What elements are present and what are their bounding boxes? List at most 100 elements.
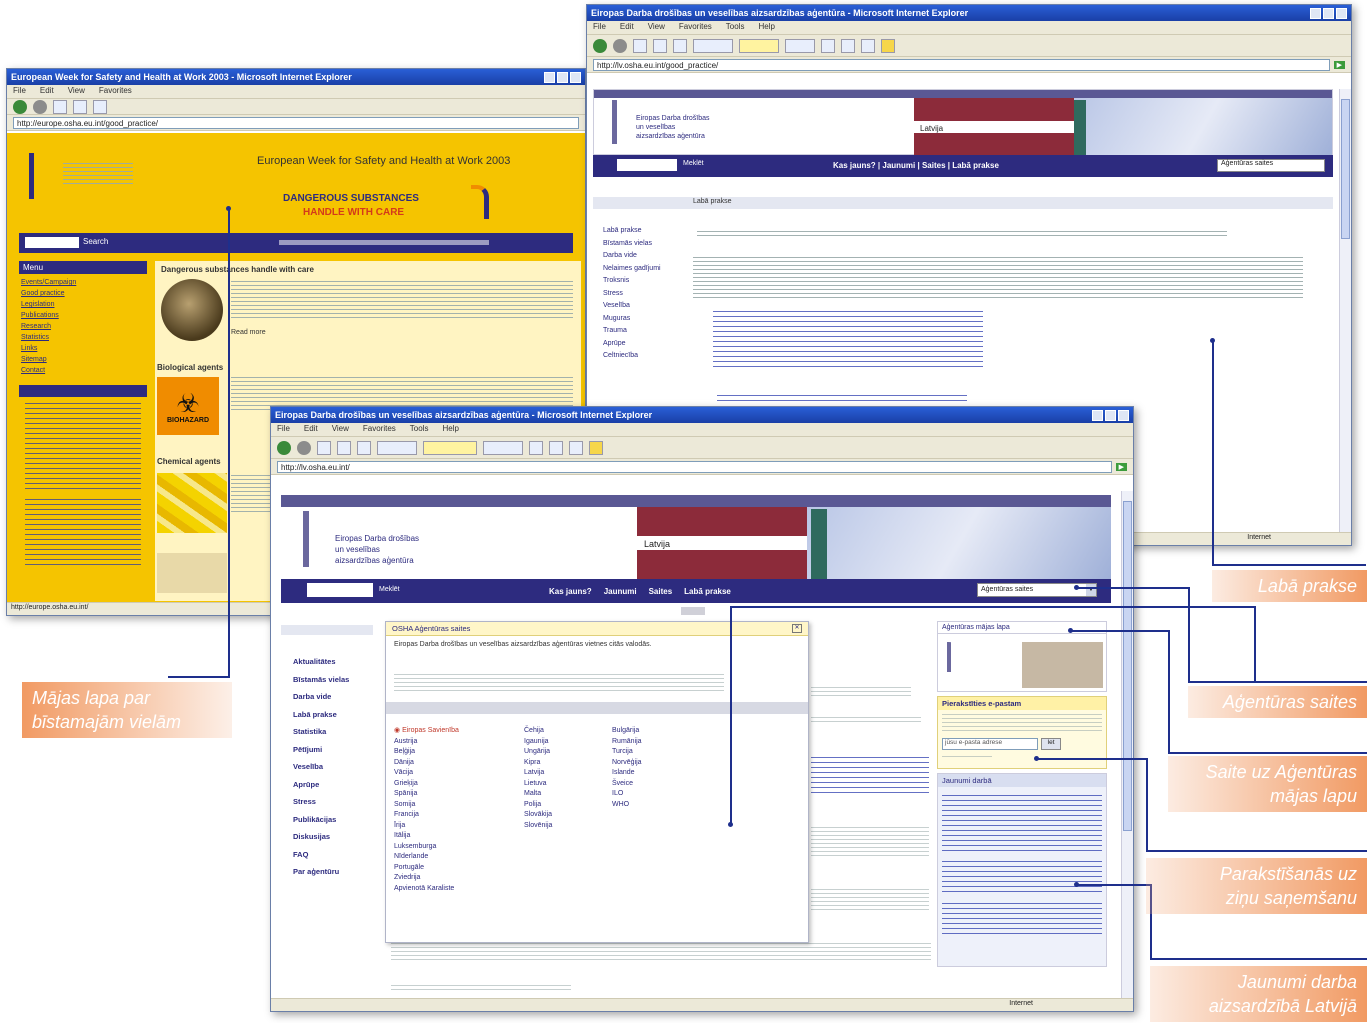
search-input[interactable]: [25, 237, 79, 248]
search-icon[interactable]: [693, 38, 733, 53]
menu-view[interactable]: View: [332, 424, 349, 435]
refresh-icon[interactable]: [73, 99, 87, 114]
back-icon[interactable]: [13, 99, 27, 114]
popup-link[interactable]: Polija: [524, 800, 604, 811]
nav-item[interactable]: Muguras: [603, 313, 683, 326]
menu-edit[interactable]: Edit: [304, 424, 318, 435]
forward-icon[interactable]: [297, 440, 311, 455]
nav-item[interactable]: Aprūpe: [603, 338, 683, 351]
nav-item[interactable]: Publications: [21, 310, 145, 321]
nav-item[interactable]: Legislation: [21, 299, 145, 310]
popup-link[interactable]: Portugāle: [394, 863, 516, 874]
close-icon[interactable]: ✕: [792, 624, 802, 633]
go-button[interactable]: ▶: [1115, 462, 1127, 471]
news-item[interactable]: [942, 861, 1102, 893]
search-input[interactable]: [617, 159, 677, 171]
search-input[interactable]: [307, 583, 373, 597]
good-practice-links-2[interactable]: [717, 395, 967, 401]
nav-item[interactable]: Veselība: [603, 300, 683, 313]
nav-item[interactable]: Aprūpe: [293, 776, 375, 794]
nav-item[interactable]: Par aģentūru: [293, 863, 375, 881]
popup-link[interactable]: Spānija: [394, 789, 516, 800]
nav-item[interactable]: Diskusijas: [293, 828, 375, 846]
scrollbar[interactable]: [1121, 491, 1133, 998]
search-button[interactable]: Search: [83, 237, 108, 246]
scrollbar[interactable]: [1339, 89, 1351, 532]
lang-icons[interactable]: [681, 607, 705, 615]
nav-item[interactable]: Darba vide: [603, 250, 683, 263]
refresh-icon[interactable]: [653, 38, 667, 53]
favorites-icon[interactable]: [739, 38, 779, 53]
popup-link[interactable]: Igaunija: [524, 737, 604, 748]
menu-help[interactable]: Help: [442, 424, 458, 435]
scroll-thumb[interactable]: [1123, 501, 1132, 831]
nav-item[interactable]: Good practice: [21, 288, 145, 299]
popup-link[interactable]: Slovākija: [524, 810, 604, 821]
menu-view[interactable]: View: [68, 86, 85, 97]
close-icon[interactable]: [1336, 7, 1347, 19]
nav-section-list-2[interactable]: [25, 499, 141, 569]
home-icon[interactable]: [93, 99, 107, 114]
popup-link[interactable]: Slovēnija: [524, 821, 604, 832]
folder-icon[interactable]: [589, 440, 603, 455]
popup-link[interactable]: WHO: [612, 800, 802, 811]
popup-link[interactable]: Francija: [394, 810, 516, 821]
main-text-3[interactable]: [811, 757, 929, 797]
forward-icon[interactable]: [613, 38, 627, 53]
minimize-icon[interactable]: [544, 71, 555, 83]
home-icon[interactable]: [357, 440, 371, 455]
nav-item[interactable]: Labā prakse: [603, 225, 683, 238]
close-icon[interactable]: [570, 71, 581, 83]
popup-link-eu[interactable]: ◉ Eiropas Savienība: [394, 726, 516, 737]
topnav-news[interactable]: Jaunumi: [604, 587, 637, 596]
popup-link[interactable]: Malta: [524, 789, 604, 800]
nav-item[interactable]: Stress: [293, 793, 375, 811]
agency-sites-dropdown[interactable]: Aģentūras saites ▼: [977, 583, 1097, 597]
menu-view[interactable]: View: [648, 22, 665, 33]
popup-link[interactable]: Nīderlande: [394, 852, 516, 863]
topnav[interactable]: Kas jauns? | Jaunumi | Saites | Labā pra…: [833, 161, 999, 170]
stop-icon[interactable]: [317, 440, 331, 455]
nav-item[interactable]: Troksnis: [603, 275, 683, 288]
mail-icon[interactable]: [841, 38, 855, 53]
stop-icon[interactable]: [633, 38, 647, 53]
address-input[interactable]: http://lv.osha.eu.int/good_practice/: [593, 58, 1330, 71]
maximize-icon[interactable]: [1105, 409, 1116, 421]
address-input[interactable]: http://lv.osha.eu.int/: [277, 460, 1112, 473]
topnav-links[interactable]: [279, 240, 489, 245]
popup-link[interactable]: Zviedrija: [394, 873, 516, 884]
popup-link[interactable]: Īrija: [394, 821, 516, 832]
good-practice-links[interactable]: [713, 311, 983, 371]
menu-favorites[interactable]: Favorites: [679, 22, 712, 33]
nav-item[interactable]: Veselība: [293, 758, 375, 776]
address-input[interactable]: http://europe.osha.eu.int/good_practice/: [13, 116, 579, 129]
menu-tools[interactable]: Tools: [410, 424, 429, 435]
agency-sites-dropdown[interactable]: Aģentūras saites: [1217, 159, 1325, 172]
print-icon[interactable]: [569, 440, 583, 455]
history-icon[interactable]: [529, 440, 543, 455]
popup-link[interactable]: Rumānija: [612, 737, 802, 748]
popup-link[interactable]: Apvienotā Karaliste: [394, 884, 516, 895]
popup-link[interactable]: ILO: [612, 789, 802, 800]
minimize-icon[interactable]: [1092, 409, 1103, 421]
mail-icon[interactable]: [549, 440, 563, 455]
popup-link[interactable]: Turcija: [612, 747, 802, 758]
print-icon[interactable]: [861, 38, 875, 53]
popup-link[interactable]: Ungārija: [524, 747, 604, 758]
home-icon[interactable]: [673, 38, 687, 53]
popup-link[interactable]: Čehija: [524, 726, 604, 737]
popup-link[interactable]: Somija: [394, 800, 516, 811]
popup-link[interactable]: Norvēģija: [612, 758, 802, 769]
menu-edit[interactable]: Edit: [40, 86, 54, 97]
nav-item[interactable]: Publikācijas: [293, 811, 375, 829]
agency-sites-popup[interactable]: OSHA Aģentūras saites ✕ Eiropas Darba dr…: [385, 621, 809, 943]
menu-favorites[interactable]: Favorites: [363, 424, 396, 435]
agency-home-thumbnail[interactable]: [941, 642, 1103, 688]
nav-item[interactable]: Statistika: [293, 723, 375, 741]
menu-help[interactable]: Help: [758, 22, 774, 33]
nav-item[interactable]: Sitemap: [21, 354, 145, 365]
back-icon[interactable]: [593, 38, 607, 53]
stop-icon[interactable]: [53, 99, 67, 114]
nav-section-list[interactable]: [25, 403, 141, 493]
nav-item[interactable]: FAQ: [293, 846, 375, 864]
